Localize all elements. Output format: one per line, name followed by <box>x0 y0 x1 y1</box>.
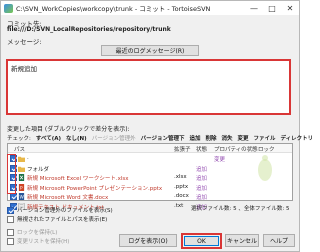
list-header: パス 拡張子 状態 プロパティの状態 ロック <box>8 144 292 153</box>
row-status: 追加 <box>196 195 208 201</box>
row-ext: .xlsx <box>174 174 187 180</box>
svg-text:W: W <box>19 194 24 200</box>
filter-none[interactable]: なし(N) <box>66 134 87 142</box>
keep-changelists-label: 変更リストを保持(H) <box>17 239 70 245</box>
row-ext: .txt <box>174 202 184 209</box>
list-item[interactable]: 新規 Microsoft Excel ワークシート.xlsx .xlsx 追加 <box>8 173 292 183</box>
changes-label: 変更した項目 (ダブルクリックで差分を表示): <box>7 126 130 133</box>
word-file-icon: W <box>18 193 24 200</box>
row-name: . <box>27 155 29 161</box>
commit-dialog: C:\SVN_WorkCopies\workcopy\trunk - コミット … <box>0 0 313 252</box>
keep-changelists-option[interactable]: 変更リストを保持(H) <box>7 237 69 245</box>
commit-message-input[interactable]: 新規追加 <box>6 59 291 115</box>
svg-text:P: P <box>20 185 23 191</box>
show-log-button[interactable]: ログを表示(O) <box>119 234 177 247</box>
keep-locks-label: ロックを保持(L) <box>17 230 58 236</box>
selection-summary: 選択ファイル数: 5 、全体ファイル数: 5 <box>191 206 290 212</box>
filter-modified[interactable]: 変更 <box>238 134 249 142</box>
show-unversioned-option[interactable]: バージョン管理外のファイルを表示(S) <box>7 206 113 214</box>
tortoisesvn-app-icon <box>4 3 13 13</box>
row-ext: .pptx <box>174 183 189 190</box>
row-status: 追加 <box>196 185 208 192</box>
ok-button-highlight <box>181 233 222 249</box>
list-item[interactable]: フォルダ 追加 <box>8 164 292 174</box>
message-label: メッセージ: <box>7 38 42 46</box>
cancel-button[interactable]: キャンセル <box>225 234 259 247</box>
close-button[interactable]: ✕ <box>281 1 299 15</box>
column-lock[interactable]: ロック <box>258 145 275 153</box>
row-status: 追加 <box>196 176 208 182</box>
filter-toolbar: チェック: すべて(A) なし(N) バージョン管理外 バージョン管理下 追加 … <box>7 133 313 142</box>
list-rows: . 変更 フォルダ 追加 新規 Microsoft Excel ワークシート.x… <box>8 154 292 211</box>
checkbox-column-highlight <box>7 154 16 194</box>
show-externals-checkbox[interactable] <box>7 215 14 223</box>
filter-deleted[interactable]: 削除 <box>205 134 216 142</box>
window-title: C:\SVN_WorkCopies\workcopy\trunk - コミット … <box>16 5 211 13</box>
title-bar: C:\SVN_WorkCopies\workcopy\trunk - コミット … <box>1 1 299 15</box>
maximize-button[interactable]: □ <box>263 1 281 15</box>
excel-file-icon <box>18 174 25 181</box>
column-ext[interactable]: 拡張子 <box>174 145 191 153</box>
row-name: 新規 Microsoft Word 文書.docx <box>27 195 109 201</box>
help-button[interactable]: ヘルプ <box>263 234 295 247</box>
minimize-button[interactable]: — <box>245 1 263 15</box>
commit-target-url: file:///D:/SVN_LocalRepositories/reposit… <box>7 26 171 33</box>
filter-versioned[interactable]: バージョン管理下 <box>141 134 185 142</box>
folder-icon <box>18 166 25 172</box>
filter-directories[interactable]: ディレクトリ <box>281 134 314 142</box>
keep-locks-checkbox[interactable] <box>7 228 14 236</box>
show-externals-label: 無視されたファイルとパスを表示(E) <box>17 217 108 223</box>
powerpoint-file-icon: P <box>18 183 25 191</box>
column-path[interactable]: パス <box>14 145 25 153</box>
row-name: フォルダ <box>27 166 50 173</box>
column-prop-status[interactable]: プロパティの状態 <box>214 145 258 153</box>
tortoisesvn-watermark-icon <box>258 155 272 181</box>
commit-message-text: 新規追加 <box>11 65 37 73</box>
list-item[interactable]: P 新規 Microsoft PowerPoint プレゼンテーション.pptx… <box>8 183 292 193</box>
filter-check-label: チェック: <box>7 135 31 142</box>
filter-missing[interactable]: 消失 <box>222 134 233 142</box>
keep-locks-option[interactable]: ロックを保持(L) <box>7 228 57 236</box>
filter-files[interactable]: ファイル <box>254 134 276 142</box>
recent-messages-button[interactable]: 最近のログメッセージ(R) <box>101 45 199 56</box>
filter-all[interactable]: すべて(A) <box>36 134 61 142</box>
folder-icon <box>18 156 25 162</box>
filter-added[interactable]: 追加 <box>189 134 200 142</box>
row-name: 新規 Microsoft PowerPoint プレゼンテーション.pptx <box>27 185 163 192</box>
row-checkbox[interactable] <box>10 193 17 200</box>
list-item[interactable]: W 新規 Microsoft Word 文書.docx .docx 追加 <box>8 192 292 202</box>
row-prop-status: 変更 <box>214 157 226 163</box>
window-controls: — □ ✕ <box>245 1 299 15</box>
row-status: 追加 <box>196 166 208 173</box>
row-name: 新規 Microsoft Excel ワークシート.xlsx <box>27 176 129 182</box>
column-status[interactable]: 状態 <box>196 145 207 153</box>
show-externals-option[interactable]: 無視されたファイルとパスを表示(E) <box>7 215 107 223</box>
row-ext: .docx <box>174 193 189 199</box>
keep-changelists-checkbox[interactable] <box>7 237 14 245</box>
list-item[interactable]: . 変更 <box>8 154 292 164</box>
show-unversioned-checkbox[interactable] <box>7 206 14 214</box>
changes-list[interactable]: パス 拡張子 状態 プロパティの状態 ロック . 変更 フォルダ 追加 新規 M… <box>7 143 293 211</box>
show-unversioned-label: バージョン管理外のファイルを表示(S) <box>17 208 113 214</box>
filter-unversioned[interactable]: バージョン管理外 <box>92 134 136 142</box>
